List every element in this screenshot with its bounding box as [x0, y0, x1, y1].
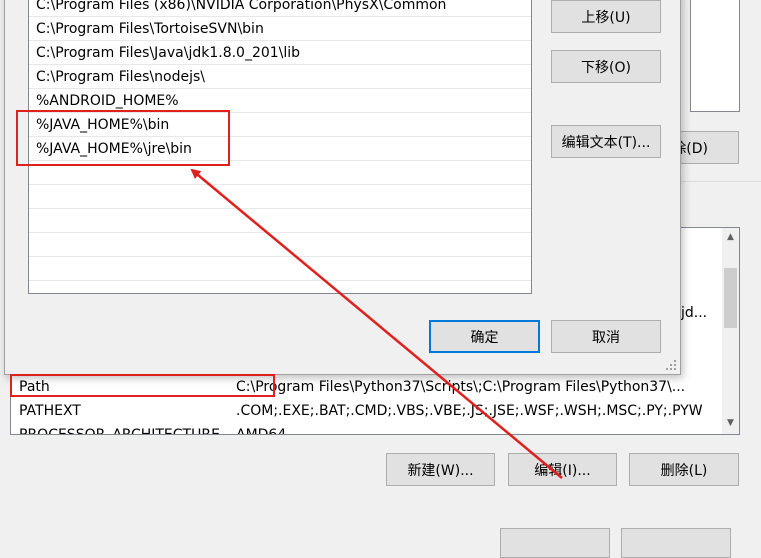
- annotation-arrow-icon: [190, 168, 563, 479]
